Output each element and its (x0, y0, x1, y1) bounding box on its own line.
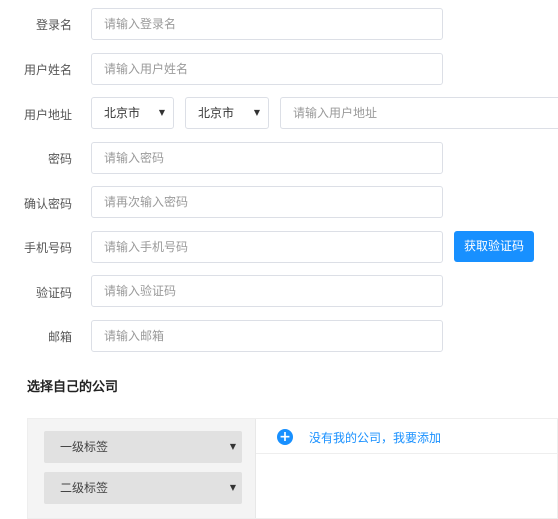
username-label: 用户姓名 (23, 63, 72, 77)
password-label: 密码 (47, 152, 72, 166)
plus-circle-icon[interactable]: + (277, 429, 293, 445)
province-value: 北京市 (104, 106, 141, 120)
phone-input[interactable]: 请输入手机号码 (91, 231, 443, 263)
email-input[interactable]: 请输入邮箱 (91, 320, 443, 352)
city-select[interactable]: 北京市 ▼ (185, 97, 269, 129)
tag-level1-value: 一级标签 (60, 440, 109, 454)
company-section-title: 选择自己的公司 (27, 380, 119, 395)
province-select[interactable]: 北京市 ▼ (91, 97, 174, 129)
chevron-down-icon: ▼ (229, 442, 236, 451)
company-panel: 一级标签 ▼ 二级标签 ▼ + 没有我的公司，我要添加 (27, 418, 558, 519)
add-company-link[interactable]: 没有我的公司，我要添加 (309, 429, 441, 446)
confirm-password-input[interactable]: 请再次输入密码 (91, 186, 443, 218)
city-value: 北京市 (198, 106, 235, 120)
login-label: 登录名 (35, 18, 72, 32)
phone-label: 手机号码 (23, 241, 72, 255)
chevron-down-icon: ▼ (158, 108, 165, 117)
address-input[interactable]: 请输入用户地址 (280, 97, 558, 129)
confirm-password-label: 确认密码 (23, 197, 72, 211)
login-input[interactable]: 请输入登录名 (91, 8, 443, 40)
tag-filter-column: 一级标签 ▼ 二级标签 ▼ (28, 419, 256, 518)
address-label: 用户地址 (23, 108, 72, 122)
email-label: 邮箱 (47, 330, 72, 344)
tag-level2-select[interactable]: 二级标签 ▼ (44, 472, 242, 504)
get-code-button[interactable]: 获取验证码 (454, 231, 534, 262)
password-input[interactable]: 请输入密码 (91, 142, 443, 174)
username-input[interactable]: 请输入用户姓名 (91, 53, 443, 85)
code-input[interactable]: 请输入验证码 (91, 275, 443, 307)
chevron-down-icon: ▼ (229, 483, 236, 492)
code-label: 验证码 (35, 286, 72, 300)
tag-level1-select[interactable]: 一级标签 ▼ (44, 431, 242, 463)
chevron-down-icon: ▼ (253, 108, 260, 117)
tag-level2-value: 二级标签 (60, 481, 109, 495)
